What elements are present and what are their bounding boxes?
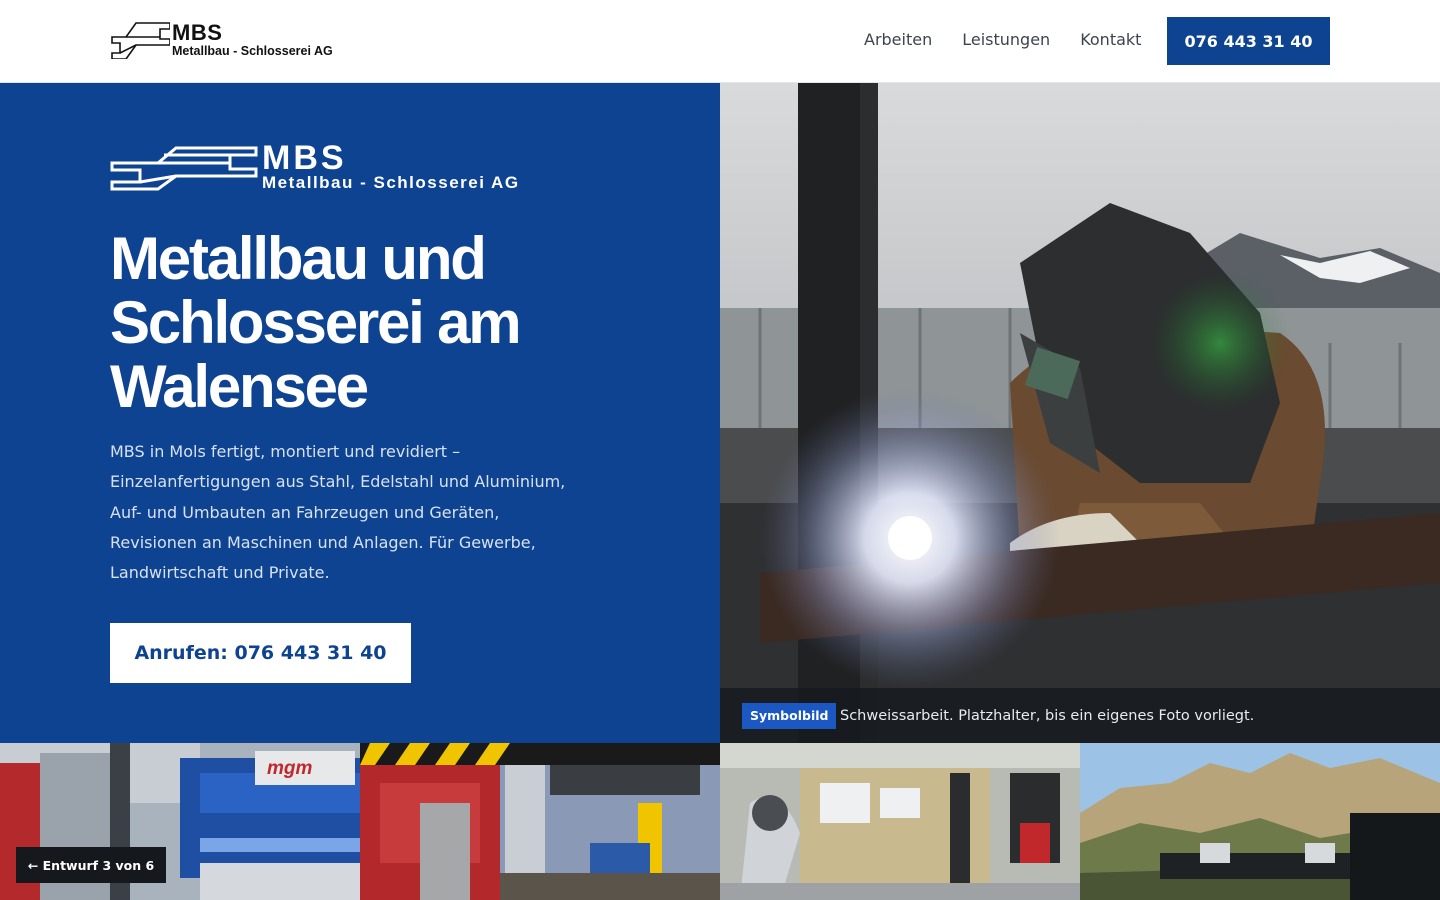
call-button[interactable]: Anrufen: 076 443 31 40 bbox=[110, 623, 411, 683]
nav-leistungen[interactable]: Leistungen bbox=[962, 28, 1050, 52]
gallery-tile-shear[interactable] bbox=[360, 743, 720, 900]
hero-section: MBS Metallbau - Schlosserei AG Metallbau… bbox=[0, 83, 720, 743]
gallery-tile-workshop[interactable] bbox=[720, 743, 1080, 900]
photo-caption: Schweissarbeit. Platzhalter, bis ein eig… bbox=[840, 708, 1255, 724]
draft-switch-button[interactable]: ← Entwurf 3 von 6 bbox=[16, 847, 166, 883]
hero-logo-name: MBS bbox=[262, 139, 347, 177]
project-gallery: mgm bbox=[0, 743, 1440, 900]
workshop-robot-image bbox=[720, 743, 1080, 900]
welding-photo bbox=[720, 83, 1440, 743]
main-nav: Arbeiten Leistungen Kontakt bbox=[864, 28, 1141, 52]
site-header: MBS Metallbau - Schlosserei AG Arbeiten … bbox=[0, 0, 1440, 83]
mountain-vehicle-image bbox=[1080, 743, 1440, 900]
header-logo[interactable]: MBS Metallbau - Schlosserei AG bbox=[110, 21, 340, 61]
logo-subtitle: Metallbau - Schlosserei AG bbox=[172, 44, 333, 58]
shear-machine-image bbox=[360, 743, 720, 900]
hero-logo: MBS Metallbau - Schlosserei AG bbox=[110, 141, 670, 195]
hero-photo: Symbolbild Schweissarbeit. Platzhalter, … bbox=[720, 83, 1440, 743]
logo-name: MBS bbox=[172, 20, 223, 45]
header-phone-button[interactable]: 076 443 31 40 bbox=[1167, 17, 1330, 65]
hero-description: MBS in Mols fertigt, montiert und revidi… bbox=[110, 442, 566, 583]
i-beam-logo-icon bbox=[111, 22, 170, 59]
nav-arbeiten[interactable]: Arbeiten bbox=[864, 28, 932, 52]
photo-caption-bar: Symbolbild Schweissarbeit. Platzhalter, … bbox=[720, 688, 1440, 743]
mgm-label: mgm bbox=[267, 758, 313, 779]
hero-i-beam-icon bbox=[110, 146, 258, 191]
symbolbild-badge: Symbolbild bbox=[742, 703, 837, 729]
hero-title: Metallbau und Schlosserei am Walensee bbox=[110, 225, 522, 420]
nav-kontakt[interactable]: Kontakt bbox=[1080, 28, 1141, 52]
hero-logo-subtitle: Metallbau - Schlosserei AG bbox=[262, 173, 520, 192]
gallery-tile-mountain[interactable] bbox=[1080, 743, 1440, 900]
